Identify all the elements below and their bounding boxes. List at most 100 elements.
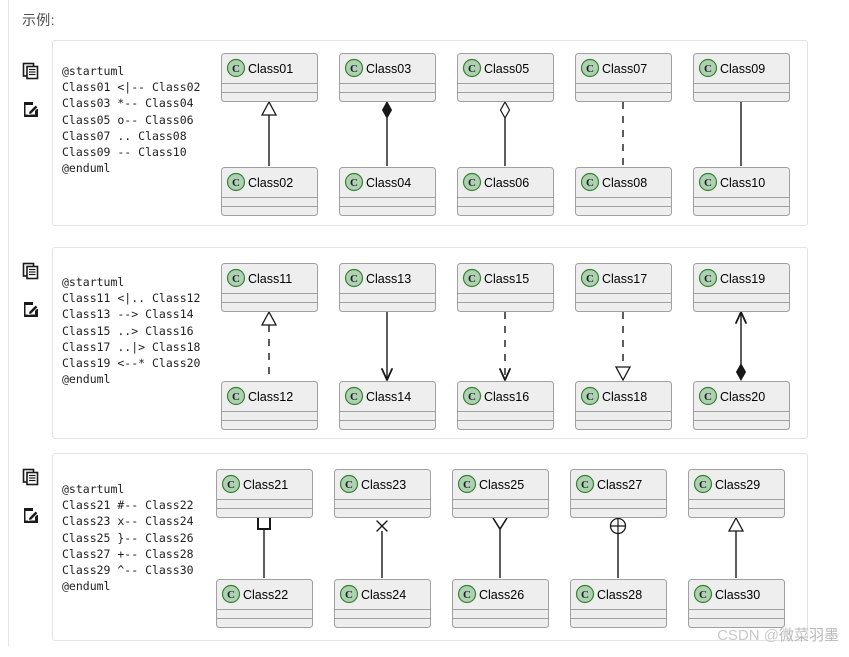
relation-group [727,516,745,578]
marker-filled-diamond [381,100,393,120]
left-divider [8,0,9,646]
class-name: Class19 [720,272,765,286]
class-name: Class12 [248,390,293,404]
relation-group [381,312,393,381]
class-name: Class22 [243,588,288,602]
marker-hollow-triangle [727,516,745,532]
class-stereotype-letter: C [232,273,240,285]
code-block-3: @startuml Class21 #-- Class22 Class23 x-… [62,482,194,594]
class-name: Class04 [366,176,411,190]
class-stereotype-letter: C [586,391,594,403]
class-name: Class25 [479,478,524,492]
relation-group [260,100,278,166]
class-stereotype-letter: C [704,273,712,285]
marker-hollow-triangle-down [614,366,632,382]
class-box: C Class15 [457,263,554,312]
relation-group [609,517,627,578]
class-stereotype-letter: C [345,479,353,491]
relation-group [492,517,508,578]
class-name: Class21 [243,478,288,492]
class-stereotype-letter: C [581,589,589,601]
class-name: Class23 [361,478,406,492]
class-stereotype-letter: C [586,177,594,189]
block-3-tools [22,468,44,544]
class-box: C Class22 [216,579,313,628]
class-box: C Class10 [693,167,790,216]
class-name: Class10 [720,176,765,190]
class-name: Class07 [602,62,647,76]
class-stereotype-letter: C [704,391,712,403]
block-1-tools [22,62,44,138]
relation-group [381,100,393,166]
class-name: Class08 [602,176,647,190]
watermark-author: 微菜羽墨 [778,627,839,644]
watermark: CSDN @微菜羽墨 [717,624,839,645]
class-box: C Class17 [575,263,672,312]
class-stereotype-letter: C [468,177,476,189]
marker-cross [376,520,388,532]
class-box: C Class04 [339,167,436,216]
class-name: Class26 [479,588,524,602]
class-box: C Class18 [575,381,672,430]
class-stereotype-letter: C [704,63,712,75]
class-name: Class18 [602,390,647,404]
relation-group [257,516,271,578]
class-name: Class24 [361,588,406,602]
class-box: C Class01 [221,53,318,102]
class-stereotype-letter: C [699,589,707,601]
class-box: C Class09 [693,53,790,102]
edit-icon[interactable] [22,506,40,524]
edit-icon[interactable] [22,100,40,118]
relation-group [260,310,278,380]
class-box: C Class12 [221,381,318,430]
class-box: C Class02 [221,167,318,216]
class-name: Class29 [715,478,760,492]
relation-group [499,100,511,166]
class-stereotype-letter: C [232,177,240,189]
watermark-prefix: CSDN @ [717,627,779,644]
class-name: Class03 [366,62,411,76]
class-stereotype-letter: C [350,63,358,75]
marker-filled-diamond-up [735,362,747,382]
class-box: C Class23 [334,469,431,518]
class-stereotype-letter: C [227,589,235,601]
class-box: C Class21 [216,469,313,518]
page-title: 示例: [22,12,55,28]
class-box: C Class16 [457,381,554,430]
edit-icon[interactable] [22,300,40,318]
class-box: C Class24 [334,579,431,628]
class-name: Class13 [366,272,411,286]
class-stereotype-letter: C [350,391,358,403]
class-stereotype-letter: C [232,63,240,75]
code-block-2: @startuml Class11 <|.. Class12 Class13 -… [62,275,201,387]
copy-icon[interactable] [22,468,40,486]
class-name: Class20 [720,390,765,404]
class-stereotype-letter: C [468,273,476,285]
marker-square [257,516,271,530]
relation-group [735,311,747,382]
class-box: C Class14 [339,381,436,430]
class-stereotype-letter: C [586,273,594,285]
class-box: C Class11 [221,263,318,312]
uml-diagram-1: C Class01 C Class02 C Class03 C Class04 C Class05… [220,52,792,218]
class-stereotype-letter: C [350,273,358,285]
class-box: C Class19 [693,263,790,312]
copy-icon[interactable] [22,262,40,280]
class-name: Class01 [248,62,293,76]
class-box: C Class20 [693,381,790,430]
marker-crowfoot [492,517,508,531]
class-box: C Class28 [570,579,667,628]
class-stereotype-letter: C [463,479,471,491]
uml-diagram-3: C Class21 C Class22 C Class23 C Class24 C Class25… [215,468,787,630]
class-stereotype-letter: C [704,177,712,189]
class-stereotype-letter: C [350,177,358,189]
class-box: C Class30 [688,579,785,628]
class-name: Class05 [484,62,529,76]
class-stereotype-letter: C [586,63,594,75]
copy-icon[interactable] [22,62,40,80]
diagram-svg: C Class21 C Class22 C Class23 C Class24 C Class25… [216,469,785,628]
class-name: Class15 [484,272,529,286]
class-box: C Class07 [575,53,672,102]
class-box: C Class08 [575,167,672,216]
class-box: C Class05 [457,53,554,102]
